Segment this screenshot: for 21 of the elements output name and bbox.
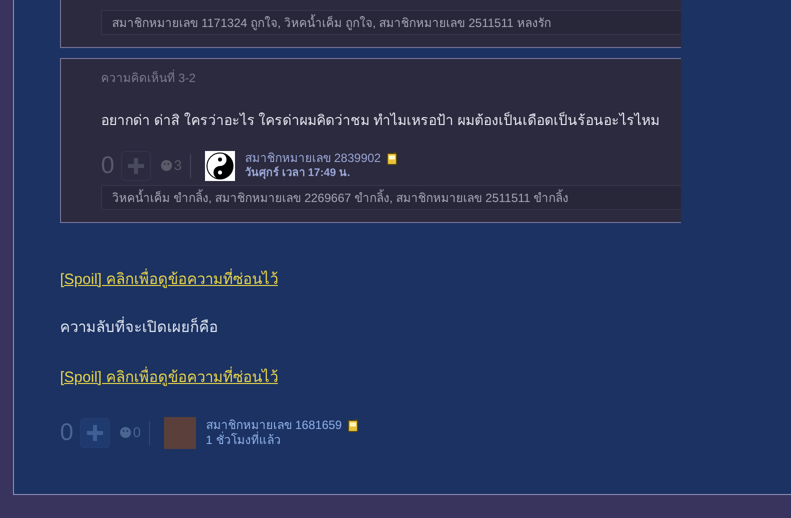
vote-button[interactable] (121, 151, 151, 181)
emoticon-icon (120, 427, 131, 438)
badge-icon (348, 419, 358, 432)
badge-icon (386, 152, 397, 165)
comment-number: ความคิดเห็นที่ 3-2 (101, 71, 197, 85)
plus-icon (128, 158, 144, 174)
yin-yang-avatar-icon (204, 151, 235, 181)
reactions-bar: สมาชิกหมายเลข 1171324 ถูกใจ, วิหคน้ำเค็ม ถูกใจ, สมาชิกหมายเลข 2511511 หลงรัก (101, 10, 681, 35)
vote-button[interactable] (80, 418, 110, 448)
avatar-photo (164, 417, 196, 449)
spoiler-link[interactable]: [Spoil] คลิกเพื่อดูข้อความที่ซ่อนไว้ (60, 271, 278, 289)
member-link[interactable]: สมาชิกหมายเลข 1681659 (206, 418, 358, 433)
emoticon-icon (161, 160, 172, 172)
spoiler-link[interactable]: [Spoil] คลิกเพื่อดูข้อความที่ซ่อนไว้ (60, 369, 278, 387)
plus-icon (87, 425, 103, 441)
member-link[interactable]: สมาชิกหมายเลข 2839902 (244, 151, 397, 166)
reactions-bar: วิหคน้ำเค็ม ขำกลิ้ง, สมาชิกหมายเลข 2269667 ขำกลิ้ง, สมาชิกหมายเลข 2511511 ขำกลิ้ง (101, 185, 681, 210)
comment-text: อยากด่า ด่าสิ ใครว่าอะไร ใครด่าผมคิดว่าชม ทำไมเหรอป้า ผมต้องเป็นเดือดเป็นร้อนอะไรไหม (101, 111, 660, 129)
post-time: 1 ชั่วโมงที่แล้ว (206, 433, 282, 448)
post-time: วันศุกร์ เวลา 17:49 น. (244, 166, 352, 181)
post-text: ความลับที่จะเปิดเผยก็คือ (60, 319, 218, 336)
